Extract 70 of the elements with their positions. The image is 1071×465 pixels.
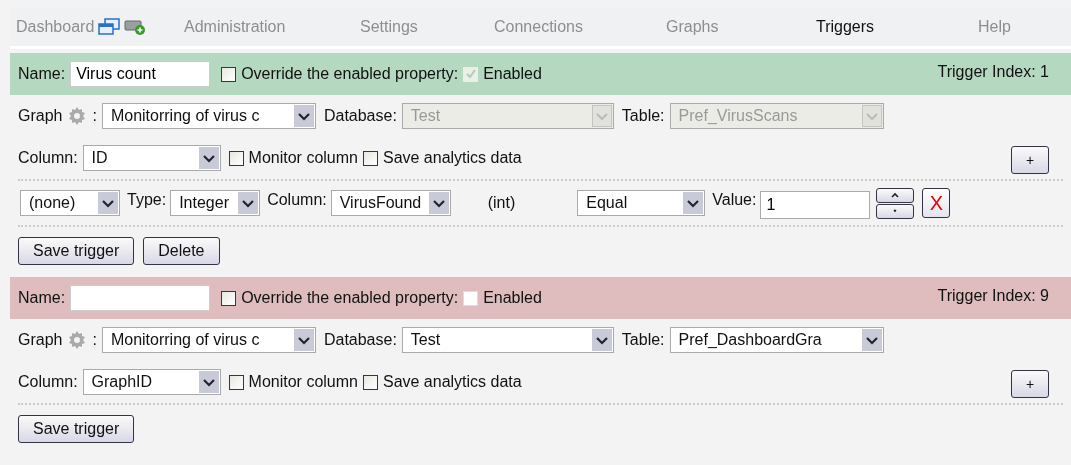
condition-select[interactable]: (none) bbox=[20, 190, 120, 216]
action-button[interactable]: Delete bbox=[143, 237, 220, 265]
trigger-index: Trigger Index: 9 bbox=[937, 287, 1049, 305]
add-button[interactable]: + bbox=[1011, 370, 1049, 398]
database-label: Database: bbox=[323, 107, 397, 125]
condition-label: Value: bbox=[712, 191, 757, 209]
monitor-label: Monitor column bbox=[248, 149, 358, 167]
enabled-label: Enabled bbox=[483, 65, 542, 83]
name-field[interactable] bbox=[70, 285, 211, 311]
table-label: Table: bbox=[621, 107, 665, 125]
monitor-label: Monitor column bbox=[248, 373, 358, 391]
up-caret-icon bbox=[890, 192, 901, 198]
override-checkbox[interactable] bbox=[221, 66, 237, 82]
column-select[interactable]: ID bbox=[82, 145, 221, 171]
monitor-checkbox[interactable] bbox=[228, 150, 244, 166]
table-select[interactable]: Pref_DashboardGra bbox=[669, 327, 884, 353]
caret-icon bbox=[198, 371, 219, 393]
analytics-checkbox[interactable] bbox=[362, 374, 378, 390]
name-label: Name: bbox=[18, 289, 66, 307]
column-label: Column: bbox=[18, 149, 78, 167]
enabled-label: Enabled bbox=[483, 289, 542, 307]
windows-icon[interactable] bbox=[98, 18, 121, 36]
analytics-label: Save analytics data bbox=[382, 373, 522, 391]
condition-select[interactable]: Integer bbox=[170, 190, 261, 216]
override-label: Override the enabled property: bbox=[241, 65, 459, 83]
graph-label: Graph bbox=[18, 107, 63, 125]
graph-label: Graph bbox=[18, 331, 63, 349]
caret-icon bbox=[591, 329, 612, 351]
caret-icon bbox=[293, 329, 314, 351]
colon: : bbox=[92, 107, 97, 125]
caret-icon bbox=[428, 192, 449, 214]
colon: : bbox=[92, 331, 97, 349]
name-label: Name: bbox=[18, 65, 66, 83]
condition-select[interactable]: VirusFound bbox=[330, 190, 451, 216]
caret-icon bbox=[98, 192, 118, 214]
graph-select[interactable]: Monitorring of virus c bbox=[101, 103, 316, 129]
database-label: Database: bbox=[323, 331, 397, 349]
monitor-checkbox[interactable] bbox=[228, 374, 244, 390]
add-monitor-icon[interactable] bbox=[124, 18, 147, 36]
action-button[interactable]: Save trigger bbox=[18, 415, 135, 443]
delete-condition-button[interactable]: X bbox=[922, 188, 951, 218]
column-label: Column: bbox=[18, 373, 78, 391]
caret-icon bbox=[861, 105, 882, 127]
table-label: Table: bbox=[621, 331, 665, 349]
action-button[interactable]: Save trigger bbox=[18, 237, 135, 265]
caret-icon bbox=[238, 192, 259, 214]
condition-select[interactable]: Equal bbox=[577, 190, 706, 216]
down-button[interactable] bbox=[876, 203, 915, 219]
column-select[interactable]: GraphID bbox=[82, 369, 221, 395]
condition-label: Column: bbox=[267, 191, 327, 209]
caret-icon bbox=[198, 147, 219, 169]
caret-icon bbox=[861, 329, 882, 351]
caret-icon bbox=[293, 105, 314, 127]
condition-label: Type: bbox=[127, 191, 167, 209]
type-text: (int) bbox=[487, 194, 516, 212]
override-checkbox[interactable] bbox=[221, 290, 237, 306]
up-button[interactable] bbox=[876, 187, 915, 203]
name-field[interactable]: Virus count bbox=[70, 61, 211, 87]
caret-icon bbox=[683, 192, 704, 214]
database-select[interactable]: Test bbox=[401, 327, 614, 353]
analytics-checkbox[interactable] bbox=[362, 150, 378, 166]
trigger-index: Trigger Index: 1 bbox=[937, 63, 1049, 81]
nav-tab[interactable]: Triggers bbox=[816, 18, 875, 36]
analytics-label: Save analytics data bbox=[382, 149, 522, 167]
value-field[interactable]: 1 bbox=[760, 191, 871, 219]
enabled-checkbox[interactable] bbox=[463, 290, 479, 306]
caret-icon bbox=[591, 105, 612, 127]
override-label: Override the enabled property: bbox=[241, 289, 459, 307]
add-button[interactable]: + bbox=[1011, 146, 1049, 174]
graph-select[interactable]: Monitorring of virus c bbox=[101, 327, 316, 353]
